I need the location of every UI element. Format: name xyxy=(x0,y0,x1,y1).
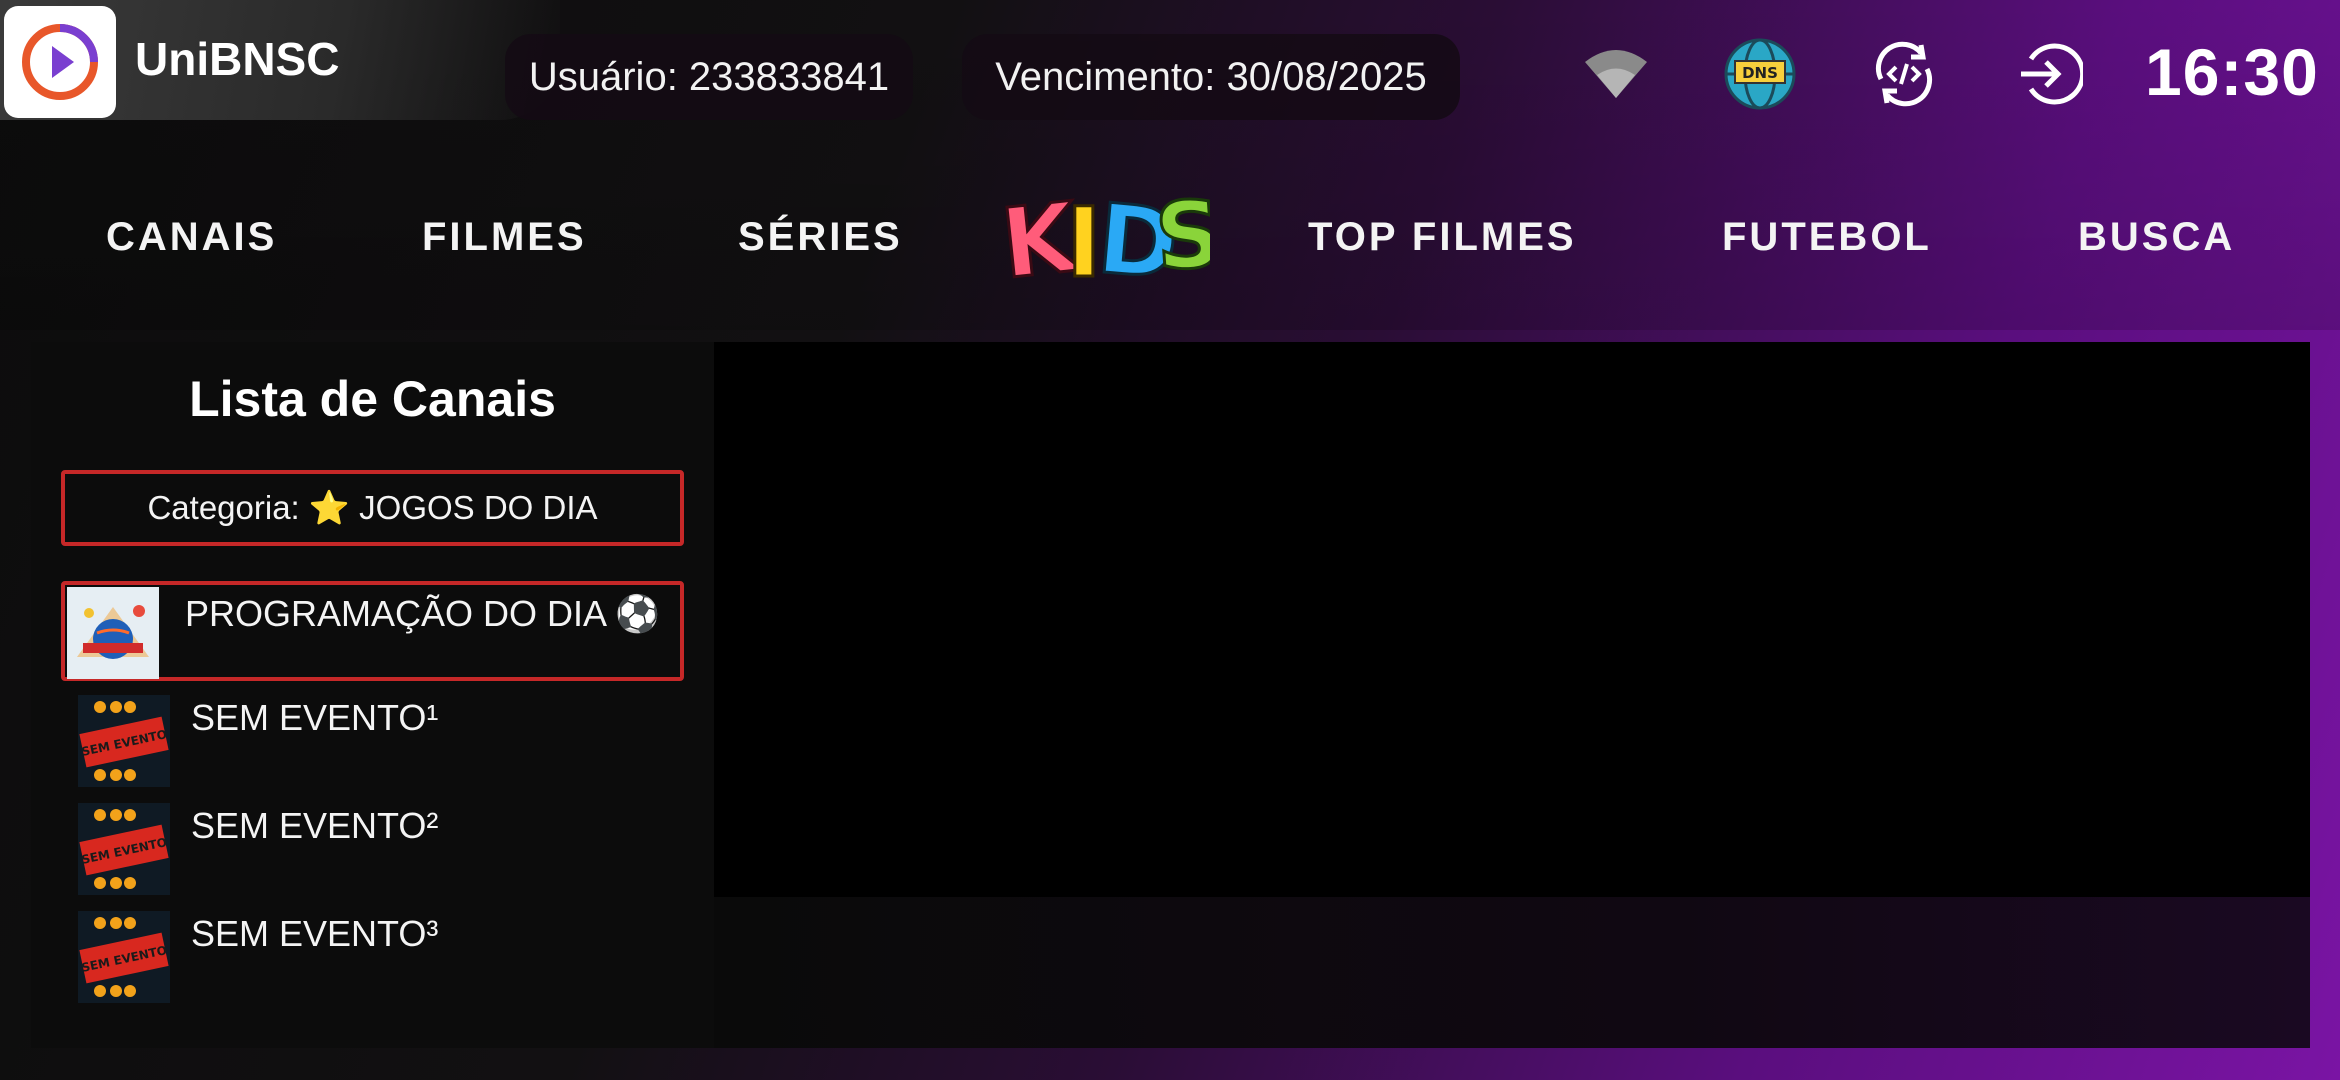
channel-item[interactable]: SEM EVENTO SEM EVENTO³ xyxy=(61,905,684,1005)
channel-item[interactable]: PROGRAMAÇÃO DO DIA ⚽ xyxy=(61,581,684,681)
app-name: UniBNSC xyxy=(135,33,340,85)
expiry-info: Vencimento: 30/08/2025 xyxy=(962,34,1460,120)
channel-name: SEM EVENTO² xyxy=(191,805,439,846)
clock: 16:30 xyxy=(2145,35,2319,109)
channel-item[interactable]: SEM EVENTO SEM EVENTO² xyxy=(61,797,684,897)
svg-text:S: S xyxy=(1152,182,1210,291)
nav-busca[interactable]: BUSCA xyxy=(2078,215,2235,260)
channel-thumbnail xyxy=(67,587,159,679)
dns-icon[interactable]: DNS xyxy=(1722,36,1798,112)
epg-area xyxy=(714,897,2310,1048)
nav-kids[interactable]: K I D S KIDS xyxy=(995,179,1227,303)
category-selector[interactable]: Categoria: ⭐ JOGOS DO DIA xyxy=(61,470,684,546)
nav-series[interactable]: SÉRIES xyxy=(738,215,903,260)
user-info: Usuário: 233833841 xyxy=(505,34,913,120)
channel-list-panel: Lista de Canais Categoria: ⭐ JOGOS DO DI… xyxy=(31,342,714,1048)
video-player[interactable] xyxy=(714,342,2310,897)
logout-icon[interactable] xyxy=(2010,36,2086,112)
nav-filmes[interactable]: FILMES xyxy=(422,215,587,260)
svg-text:DNS: DNS xyxy=(1742,64,1778,82)
sem-evento-thumbnail: SEM EVENTO xyxy=(78,911,170,1003)
channel-name: SEM EVENTO³ xyxy=(191,913,439,954)
nav-canais[interactable]: CANAIS xyxy=(106,215,277,260)
sync-code-icon[interactable] xyxy=(1866,36,1942,112)
panel-title: Lista de Canais xyxy=(189,371,556,427)
nav-top-filmes[interactable]: TOP FILMES xyxy=(1308,215,1577,260)
channel-item[interactable]: SEM EVENTO SEM EVENTO¹ xyxy=(61,689,684,789)
sem-evento-thumbnail: SEM EVENTO xyxy=(78,803,170,895)
app-logo xyxy=(4,6,116,118)
brand-area: UniBNSC xyxy=(0,0,560,120)
sem-evento-thumbnail: SEM EVENTO xyxy=(78,695,170,787)
channel-name: PROGRAMAÇÃO DO DIA ⚽ xyxy=(185,593,660,634)
wifi-icon[interactable] xyxy=(1578,36,1654,112)
channel-name: SEM EVENTO¹ xyxy=(191,697,439,738)
nav-futebol[interactable]: FUTEBOL xyxy=(1722,215,1932,260)
